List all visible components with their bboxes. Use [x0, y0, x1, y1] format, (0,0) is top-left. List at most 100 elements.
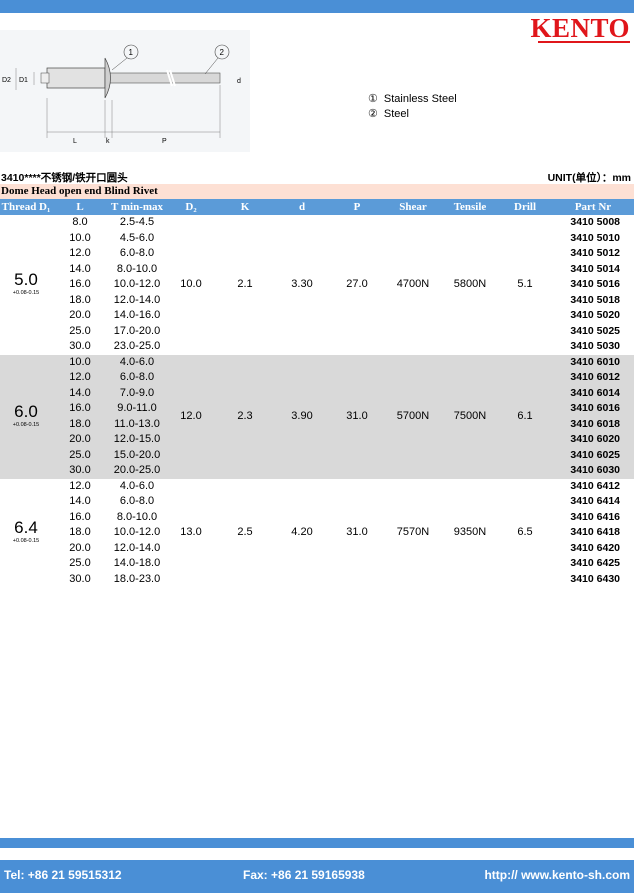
row-length: 10.0: [69, 231, 91, 244]
group-p: 31.0: [346, 409, 368, 422]
row-grip-range: 12.0-14.0: [113, 541, 161, 554]
header-p: P: [353, 201, 361, 213]
footer-fax: Fax: +86 21 59165938: [243, 868, 365, 882]
top-bar: [0, 0, 634, 13]
row-length: 30.0: [69, 464, 91, 476]
row-length: 12.0: [69, 247, 91, 259]
group-d: 3.90: [291, 409, 313, 422]
material-legend: ① Stainless Steel ② Steel: [368, 92, 457, 122]
product-subtitle: 3410****不锈钢/铁开口圆头: [1, 172, 128, 184]
row-grip-range: 10.0-12.0: [113, 526, 161, 538]
row-part-number: 3410 5016: [570, 278, 620, 290]
footer-tel: Tel: +86 21 59515312: [4, 868, 122, 882]
header-drill: Drill: [514, 201, 536, 213]
thread-diameter: 6.0: [14, 401, 38, 421]
dim-d2-label: D2: [2, 77, 11, 84]
group-d2: 13.0: [180, 526, 202, 538]
group-d: 3.30: [291, 278, 313, 290]
row-length: 14.0: [69, 495, 91, 507]
brand-logo: KENTO: [530, 13, 630, 43]
header-l: L: [76, 201, 84, 213]
header-d: d: [298, 201, 306, 213]
row-length: 20.0: [69, 541, 91, 554]
table-header: Thread D₁ L T min-max D₂ K d P Shear Ten…: [0, 199, 634, 215]
row-grip-range: 9.0-11.0: [117, 402, 157, 414]
bottom-bar: [0, 838, 634, 848]
row-length: 14.0: [69, 262, 91, 275]
row-length: 18.0: [69, 293, 91, 306]
group-shear: 5700N: [396, 409, 430, 422]
group-drill: 6.1: [517, 409, 533, 422]
header-d2: D₂: [185, 201, 197, 213]
product-title: Dome Head open end Blind Rivet: [0, 184, 634, 199]
group-shear: 4700N: [396, 278, 430, 290]
row-length: 8.0: [72, 216, 88, 228]
row-part-number: 3410 6018: [570, 417, 620, 430]
row-length: 18.0: [69, 526, 91, 538]
group-d: 4.20: [291, 526, 313, 538]
group-k: 2.1: [237, 278, 253, 290]
row-part-number: 3410 6025: [570, 448, 620, 461]
row-length: 20.0: [69, 433, 91, 445]
row-grip-range: 4.0-6.0: [119, 479, 155, 492]
row-grip-range: 8.0-10.0: [116, 510, 158, 523]
legend-item: ① Stainless Steel: [368, 92, 457, 107]
group-d2: 10.0: [180, 278, 202, 290]
thread-size: 6.0 +0.08-0.15: [0, 401, 52, 429]
row-length: 16.0: [69, 510, 91, 523]
row-length: 16.0: [69, 278, 91, 290]
row-grip-range: 7.0-9.0: [119, 386, 155, 399]
footer-web[interactable]: http:// www.kento-sh.com: [484, 868, 630, 882]
row-part-number: 3410 6030: [570, 464, 620, 476]
footer: Tel: +86 21 59515312 Fax: +86 21 5916593…: [0, 860, 634, 893]
callout-2-label: 2: [220, 48, 225, 57]
callout-1-label: 1: [129, 48, 134, 57]
row-part-number: 3410 5020: [570, 309, 620, 321]
dim-p-label: P: [162, 138, 167, 145]
row-grip-range: 12.0-14.0: [113, 293, 161, 306]
row-part-number: 3410 5018: [570, 293, 620, 306]
row-part-number: 3410 6014: [570, 386, 620, 399]
dim-k-label: k: [106, 138, 110, 145]
logo-underline: [538, 41, 630, 43]
row-grip-range: 4.0-6.0: [119, 355, 155, 368]
row-grip-range: 11.0-13.0: [114, 417, 160, 430]
row-length: 30.0: [69, 340, 91, 352]
row-part-number: 3410 5030: [570, 340, 620, 352]
header-part: Part Nr: [574, 201, 612, 213]
row-part-number: 3410 6430: [570, 572, 620, 585]
row-part-number: 3410 5014: [570, 262, 620, 275]
row-part-number: 3410 6425: [570, 557, 620, 569]
row-length: 25.0: [69, 324, 91, 337]
dim-l-label: L: [73, 138, 77, 145]
row-grip-range: 8.0-10.0: [116, 262, 158, 275]
row-part-number: 3410 6418: [570, 526, 620, 538]
row-grip-range: 15.0-20.0: [113, 448, 161, 461]
group-d2: 12.0: [180, 409, 202, 422]
row-grip-range: 6.0-8.0: [119, 371, 155, 383]
group-p: 27.0: [346, 278, 368, 290]
row-part-number: 3410 5010: [570, 231, 620, 244]
row-grip-range: 18.0-23.0: [113, 572, 161, 585]
row-part-number: 3410 6010: [570, 355, 620, 368]
row-part-number: 3410 5012: [570, 247, 620, 259]
row-grip-range: 12.0-15.0: [113, 433, 161, 445]
row-grip-range: 2.5-4.5: [119, 216, 155, 228]
thread-diameter: 5.0: [14, 269, 38, 289]
unit-label: UNIT(单位）：mm: [547, 172, 631, 184]
row-part-number: 3410 6020: [570, 433, 620, 445]
legend-label: Stainless Steel: [383, 93, 457, 105]
group-shear: 7570N: [396, 526, 430, 538]
dim-d1-label: D1: [19, 77, 28, 84]
row-part-number: 3410 6420: [570, 541, 620, 554]
row-length: 12.0: [69, 371, 91, 383]
row-length: 18.0: [69, 417, 91, 430]
row-grip-range: 4.5-6.0: [119, 231, 155, 244]
row-part-number: 3410 6016: [570, 402, 620, 414]
thread-size: 6.4 +0.08-0.15: [0, 518, 52, 545]
group-tensile: 9350N: [453, 526, 487, 538]
row-part-number: 3410 6414: [570, 495, 620, 507]
row-length: 12.0: [69, 479, 91, 492]
group-k: 2.5: [237, 526, 253, 538]
legend-item: ② Steel: [368, 107, 457, 122]
